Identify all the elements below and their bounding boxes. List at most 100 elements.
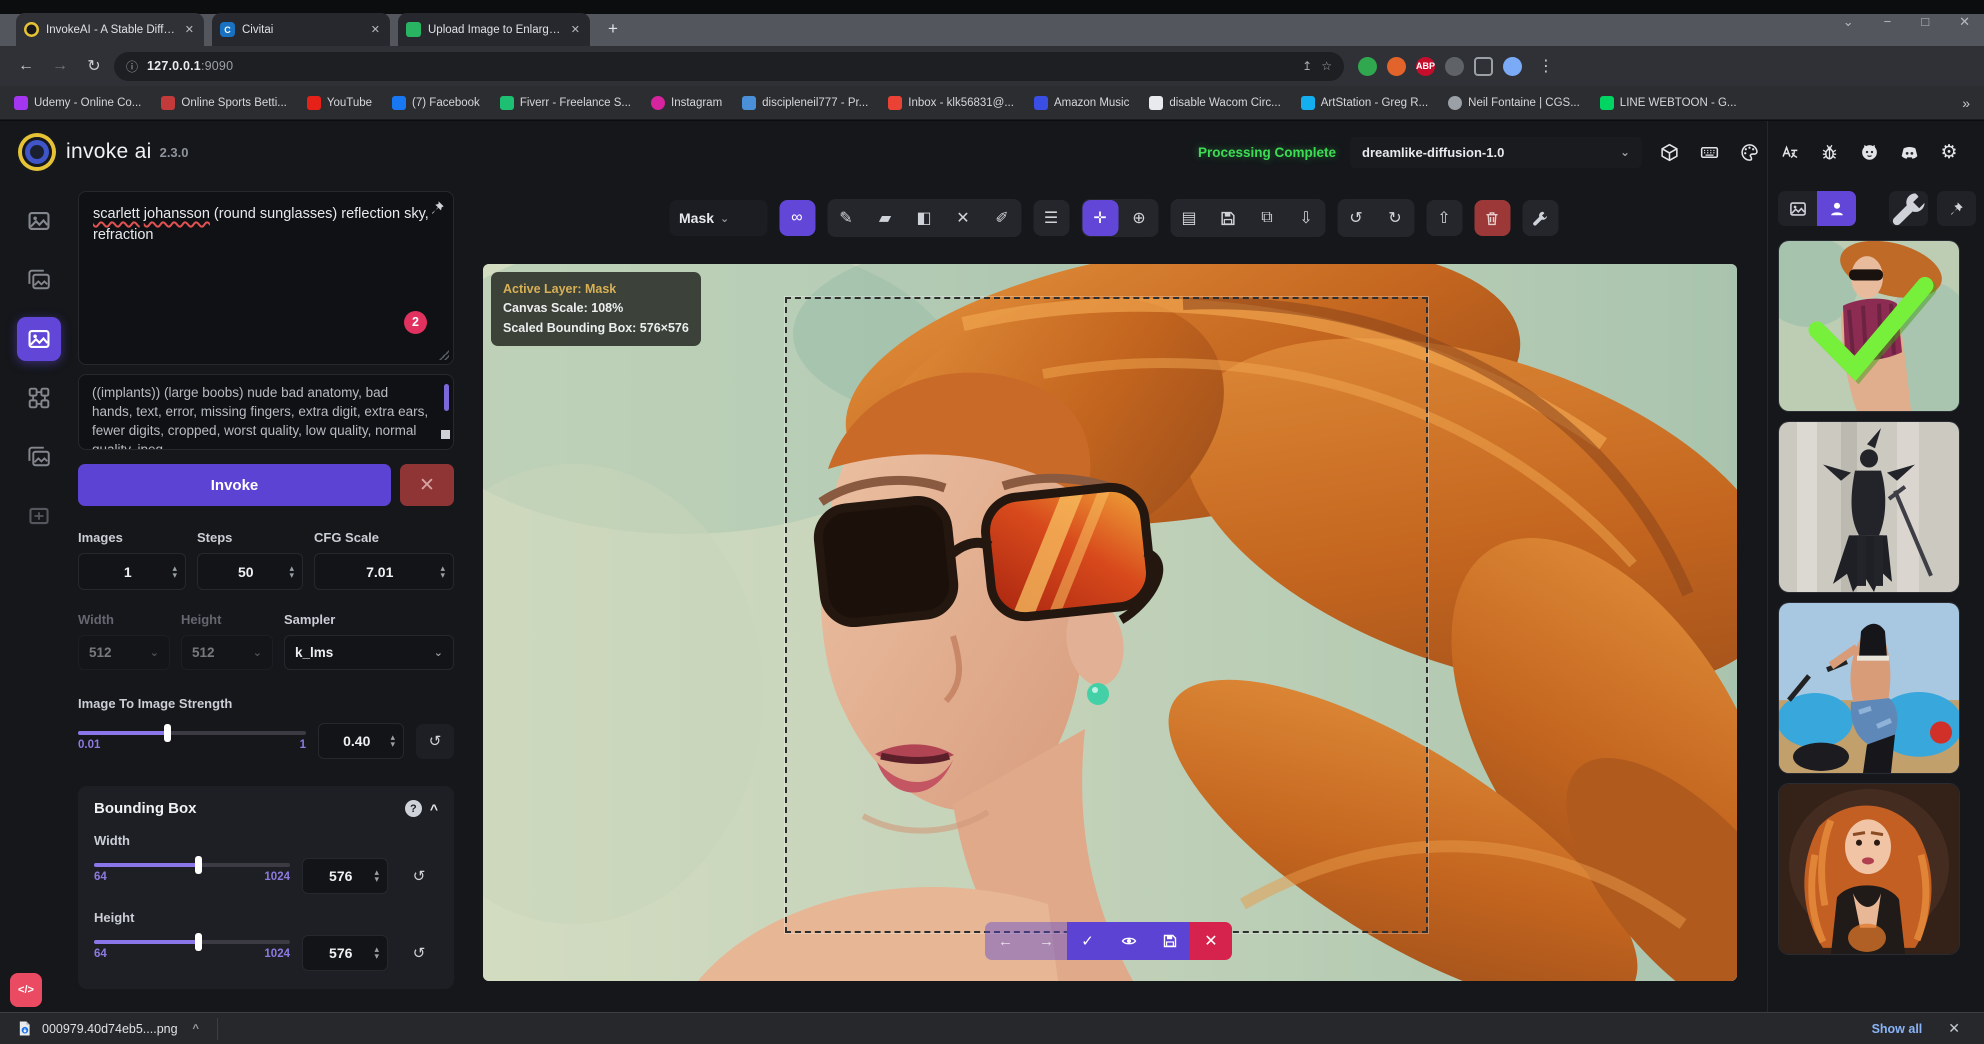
discard-staging-button[interactable]: ✕: [1190, 922, 1232, 960]
gallery-user-view-button[interactable]: [1817, 191, 1856, 226]
bookmark-item[interactable]: Udemy - Online Co...: [14, 96, 141, 110]
gallery-settings-button[interactable]: [1889, 191, 1928, 226]
tab-nodes[interactable]: [17, 376, 61, 420]
tab-training[interactable]: [17, 494, 61, 538]
bookmark-item[interactable]: ArtStation - Greg R...: [1301, 96, 1428, 110]
bookmark-item[interactable]: Online Sports Betti...: [161, 96, 286, 110]
images-stepper[interactable]: 1▴▾: [78, 553, 186, 590]
console-toggle-button[interactable]: </>: [10, 973, 42, 1007]
site-info-icon[interactable]: ⓘ: [126, 58, 138, 75]
reload-button[interactable]: ↻: [80, 52, 108, 80]
bookmark-item[interactable]: LINE WEBTOON - G...: [1600, 96, 1737, 110]
width-select[interactable]: 512⌄: [78, 635, 170, 670]
report-bug-button[interactable]: [1816, 139, 1842, 165]
sampler-select[interactable]: k_lms⌄: [284, 635, 454, 670]
extensions-puzzle-icon[interactable]: [1445, 57, 1464, 76]
side-panel-icon[interactable]: [1474, 57, 1493, 76]
collapse-icon[interactable]: ^: [430, 801, 438, 817]
move-tool-button[interactable]: ✛: [1082, 200, 1118, 236]
copy-to-clipboard-button[interactable]: ⧉: [1249, 200, 1285, 236]
bbox-width-stepper[interactable]: 576▴▾: [302, 858, 388, 894]
layer-select[interactable]: Mask ⌄: [669, 200, 767, 236]
bookmark-star-icon[interactable]: ☆: [1321, 59, 1332, 73]
gallery-pin-button[interactable]: [1937, 191, 1976, 226]
pin-options-icon[interactable]: [430, 200, 445, 222]
bookmark-item[interactable]: Amazon Music: [1034, 96, 1129, 110]
gallery-thumbnail[interactable]: [1778, 602, 1960, 774]
bookmark-item[interactable]: discipleneil777 - Pr...: [742, 96, 868, 110]
bookmark-item[interactable]: disable Wacom Circ...: [1149, 96, 1280, 110]
tab-close-icon[interactable]: ✕: [183, 23, 196, 36]
brush-tool-button[interactable]: ✎: [828, 200, 864, 236]
settings-button[interactable]: ⚙: [1936, 139, 1962, 165]
forward-button[interactable]: →: [46, 52, 74, 80]
bookmark-item[interactable]: Instagram: [651, 96, 722, 110]
help-icon[interactable]: ?: [405, 800, 422, 817]
cancel-button[interactable]: ✕: [400, 464, 454, 506]
extension-green-icon[interactable]: [1358, 57, 1377, 76]
bookmark-item[interactable]: (7) Facebook: [392, 96, 480, 110]
unified-canvas[interactable]: Active Layer: Mask Canvas Scale: 108% Sc…: [483, 264, 1737, 981]
invoke-button[interactable]: Invoke: [78, 464, 391, 506]
reset-view-button[interactable]: ⊕: [1121, 200, 1157, 236]
stepper-arrows[interactable]: ▴▾: [390, 734, 395, 748]
bookmark-item[interactable]: Fiverr - Freelance S...: [500, 96, 631, 110]
download-menu-icon[interactable]: ^: [193, 1023, 199, 1035]
browser-tab-invokeai[interactable]: InvokeAI - A Stable Diffusion Too ✕: [16, 13, 204, 46]
eraser-tool-button[interactable]: ▰: [867, 200, 903, 236]
fill-bounding-box-button[interactable]: ◧: [906, 200, 942, 236]
redo-button[interactable]: ↻: [1377, 200, 1413, 236]
bbox-width-reset-button[interactable]: ↺: [400, 859, 438, 894]
url-bar[interactable]: ⓘ 127.0.0.1:9090 ↥ ☆: [114, 52, 1344, 81]
bookmarks-overflow-icon[interactable]: »: [1962, 95, 1970, 111]
erase-bounding-box-button[interactable]: ✕: [945, 200, 981, 236]
strength-reset-button[interactable]: ↺: [416, 724, 454, 759]
new-tab-button[interactable]: +: [600, 16, 626, 42]
back-button[interactable]: ←: [12, 52, 40, 80]
scrollbar-thumb[interactable]: [444, 384, 449, 411]
merge-visible-button[interactable]: ▤: [1171, 200, 1207, 236]
browser-tab-civitai[interactable]: C Civitai ✕: [212, 13, 390, 46]
save-to-gallery-button[interactable]: [1210, 200, 1246, 236]
gallery-images-view-button[interactable]: [1778, 191, 1817, 226]
close-shelf-button[interactable]: ✕: [1948, 1020, 1960, 1037]
resize-grip[interactable]: [439, 350, 449, 360]
gallery-thumbnail[interactable]: [1778, 783, 1960, 955]
bookmark-item[interactable]: Inbox - klk56831@...: [888, 96, 1014, 110]
enable-mask-button[interactable]: ∞: [779, 200, 815, 236]
download-item[interactable]: 000979.40d74eb5....png ^: [16, 1020, 199, 1037]
window-menu-icon[interactable]: ⌄: [1843, 14, 1854, 30]
stepper-arrows[interactable]: ▴▾: [289, 565, 294, 579]
chrome-menu-icon[interactable]: ⋮: [1532, 52, 1560, 80]
gallery-thumbnail[interactable]: [1778, 421, 1960, 593]
tab-close-icon[interactable]: ✕: [569, 23, 582, 36]
accept-staging-button[interactable]: ✓: [1067, 922, 1108, 960]
tab-close-icon[interactable]: ✕: [369, 23, 382, 36]
window-minimize-button[interactable]: −: [1884, 14, 1892, 30]
adblock-plus-icon[interactable]: ABP: [1416, 57, 1435, 76]
next-staging-image-button[interactable]: →: [1026, 922, 1067, 960]
tab-text-to-image[interactable]: [17, 199, 61, 243]
show-hide-staging-button[interactable]: [1108, 922, 1149, 960]
tab-unified-canvas[interactable]: [17, 317, 61, 361]
browser-tab-upload[interactable]: Upload Image to Enlarge & Enha ✕: [398, 13, 590, 46]
gallery-thumbnail-selected[interactable]: [1778, 240, 1960, 412]
bookmark-item[interactable]: YouTube: [307, 96, 372, 110]
profile-avatar[interactable]: [1503, 57, 1522, 76]
bbox-height-stepper[interactable]: 576▴▾: [302, 935, 388, 971]
extension-mute-icon[interactable]: [1387, 57, 1406, 76]
negative-prompt-input[interactable]: ((implants)) (large boobs) nude bad anat…: [78, 374, 454, 450]
strength-slider[interactable]: [78, 731, 306, 735]
stepper-arrows[interactable]: ▴▾: [172, 565, 177, 579]
show-all-downloads-button[interactable]: Show all: [1872, 1022, 1923, 1036]
stepper-arrows[interactable]: ▴▾: [440, 565, 445, 579]
height-select[interactable]: 512⌄: [181, 635, 273, 670]
cfg-stepper[interactable]: 7.01▴▾: [314, 553, 454, 590]
bookmark-item[interactable]: Neil Fontaine | CGS...: [1448, 96, 1580, 110]
resize-grip[interactable]: [441, 430, 450, 439]
steps-stepper[interactable]: 50▴▾: [197, 553, 303, 590]
window-close-button[interactable]: ✕: [1959, 14, 1970, 30]
bbox-height-reset-button[interactable]: ↺: [400, 936, 438, 971]
canvas-settings-button[interactable]: [1522, 200, 1558, 236]
save-staging-button[interactable]: [1149, 922, 1190, 960]
